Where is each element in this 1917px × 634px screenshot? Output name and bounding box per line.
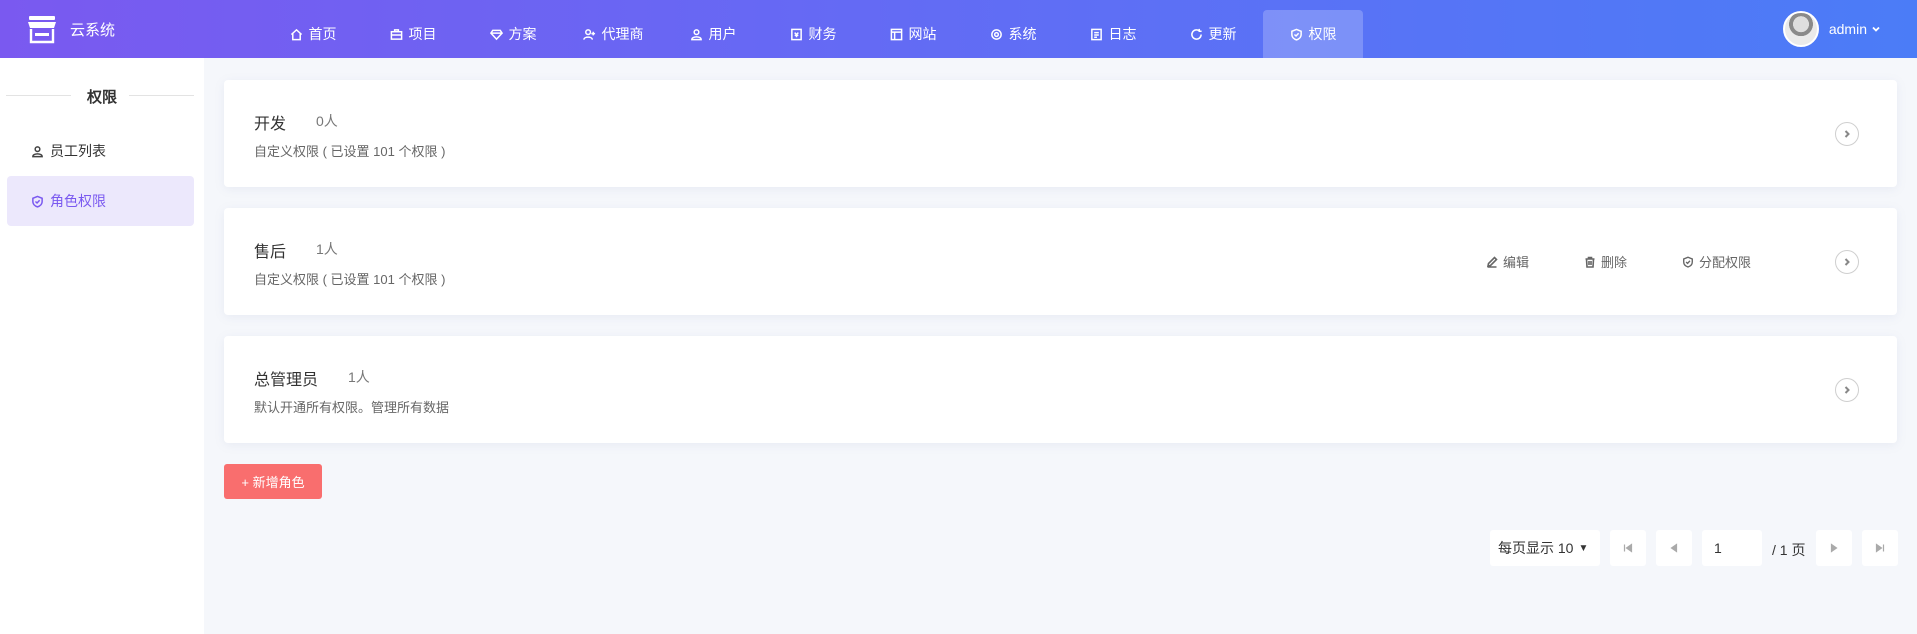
shield-icon — [1290, 28, 1302, 41]
gear-icon — [990, 28, 1002, 40]
page-size-label: 每页显示 10 — [1498, 540, 1574, 556]
nav-agent[interactable]: 代理商 — [563, 10, 663, 58]
role-card-super-admin[interactable]: 总管理员 1人 默认开通所有权限。管理所有数据 — [224, 336, 1897, 443]
nav-permission-label: 权限 — [1308, 26, 1337, 42]
nav-home-label: 首页 — [308, 26, 337, 42]
role-name: 售后 — [254, 244, 287, 261]
role-member-count: 1人 — [348, 369, 370, 385]
nav-log[interactable]: 日志 — [1063, 10, 1163, 58]
finance-icon — [790, 28, 802, 40]
brand-name: 云系统 — [70, 21, 116, 39]
first-page-icon — [1623, 543, 1633, 553]
role-card-after-sales[interactable]: 售后 1人 自定义权限 ( 已设置 101 个权限 ) 编辑 删除 分配权限 — [224, 208, 1897, 315]
role-detail-button[interactable] — [1835, 250, 1859, 274]
role-name: 开发 — [254, 116, 287, 133]
previous-page-icon — [1670, 543, 1678, 553]
sidebar: 权限 员工列表 角色权限 — [0, 58, 204, 634]
diamond-icon — [489, 29, 503, 40]
role-member-count: 1人 — [316, 241, 338, 257]
nav-website[interactable]: 网站 — [863, 10, 963, 58]
role-description: 自定义权限 ( 已设置 101 个权限 ) — [254, 144, 446, 159]
trash-icon — [1585, 256, 1595, 268]
log-icon — [1090, 28, 1102, 40]
pencil-icon — [1486, 255, 1498, 268]
chevron-right-icon — [1844, 258, 1850, 266]
user-name: admin — [1828, 21, 1867, 37]
add-role-button[interactable]: + 新增角色 — [224, 464, 322, 499]
next-page-icon — [1830, 543, 1838, 553]
avatar[interactable] — [1782, 11, 1819, 47]
brand[interactable]: 云系统 — [26, 14, 115, 44]
edit-label: 编辑 — [1503, 255, 1530, 270]
delete-role-button[interactable]: 删除 — [1584, 252, 1627, 271]
nav-users-label: 用户 — [708, 26, 737, 42]
nav-permission[interactable]: 权限 — [1263, 10, 1363, 58]
caret-down-icon: ▼ — [1578, 542, 1589, 554]
next-page-button[interactable] — [1816, 530, 1852, 566]
website-icon — [890, 28, 902, 40]
users-icon — [690, 28, 702, 40]
user-menu[interactable]: admin — [1782, 11, 1881, 47]
nav-project-label: 项目 — [408, 26, 437, 42]
role-name: 总管理员 — [254, 372, 319, 389]
sidebar-title: 权限 — [0, 86, 204, 107]
nav-users[interactable]: 用户 — [663, 10, 763, 58]
delete-label: 删除 — [1601, 255, 1628, 270]
last-page-icon — [1875, 543, 1885, 553]
sidebar-item-role-permissions[interactable]: 角色权限 — [7, 176, 194, 226]
nav-home[interactable]: 首页 — [263, 10, 363, 58]
nav-agent-label: 代理商 — [601, 26, 644, 42]
role-detail-button[interactable] — [1835, 378, 1859, 402]
user-icon — [32, 145, 43, 157]
refresh-icon — [1190, 28, 1202, 40]
chevron-down-icon — [1872, 26, 1880, 32]
home-icon — [290, 28, 302, 40]
previous-page-button[interactable] — [1656, 530, 1692, 566]
nav-plan-label: 方案 — [508, 26, 537, 42]
assign-permissions-button[interactable]: 分配权限 — [1682, 252, 1751, 271]
sidebar-item-staff-list[interactable]: 员工列表 — [7, 126, 194, 176]
first-page-button[interactable] — [1610, 530, 1646, 566]
nav-project[interactable]: 项目 — [363, 10, 463, 58]
store-logo-icon — [28, 16, 56, 44]
chevron-right-icon — [1844, 130, 1850, 138]
role-description: 默认开通所有权限。管理所有数据 — [254, 400, 450, 415]
page-number-input[interactable] — [1702, 530, 1762, 566]
role-card-dev[interactable]: 开发 0人 自定义权限 ( 已设置 101 个权限 ) — [224, 80, 1897, 187]
chevron-right-icon — [1844, 386, 1850, 394]
briefcase-icon — [390, 28, 402, 40]
shield-icon — [1683, 256, 1693, 268]
role-description: 自定义权限 ( 已设置 101 个权限 ) — [254, 272, 446, 287]
nav-update-label: 更新 — [1208, 26, 1237, 42]
nav-system[interactable]: 系统 — [963, 10, 1063, 58]
edit-role-button[interactable]: 编辑 — [1486, 252, 1529, 271]
page-size-select[interactable]: 每页显示 10 ▼ — [1490, 530, 1600, 566]
assign-label: 分配权限 — [1699, 255, 1752, 270]
nav-update[interactable]: 更新 — [1163, 10, 1263, 58]
nav-plan[interactable]: 方案 — [463, 10, 563, 58]
main-nav: 首页 项目 方案 代理商 用户 财务 网站 系统 日志 更新 权限 — [263, 10, 1363, 58]
role-member-count: 0人 — [316, 113, 338, 129]
nav-finance-label: 财务 — [808, 26, 837, 42]
nav-log-label: 日志 — [1108, 26, 1137, 42]
user-plus-icon — [582, 28, 595, 40]
sidebar-item-label: 员工列表 — [50, 143, 106, 159]
last-page-button[interactable] — [1862, 530, 1898, 566]
shield-icon — [32, 195, 43, 208]
sidebar-item-label: 角色权限 — [50, 193, 106, 209]
top-navigation-bar: 云系统 首页 项目 方案 代理商 用户 财务 网站 系统 日志 更新 权限 ad… — [0, 0, 1917, 58]
total-pages-label: / 1 页 — [1772, 542, 1806, 558]
role-detail-button[interactable] — [1835, 122, 1859, 146]
nav-system-label: 系统 — [1008, 26, 1037, 42]
nav-finance[interactable]: 财务 — [763, 10, 863, 58]
nav-website-label: 网站 — [908, 26, 937, 42]
